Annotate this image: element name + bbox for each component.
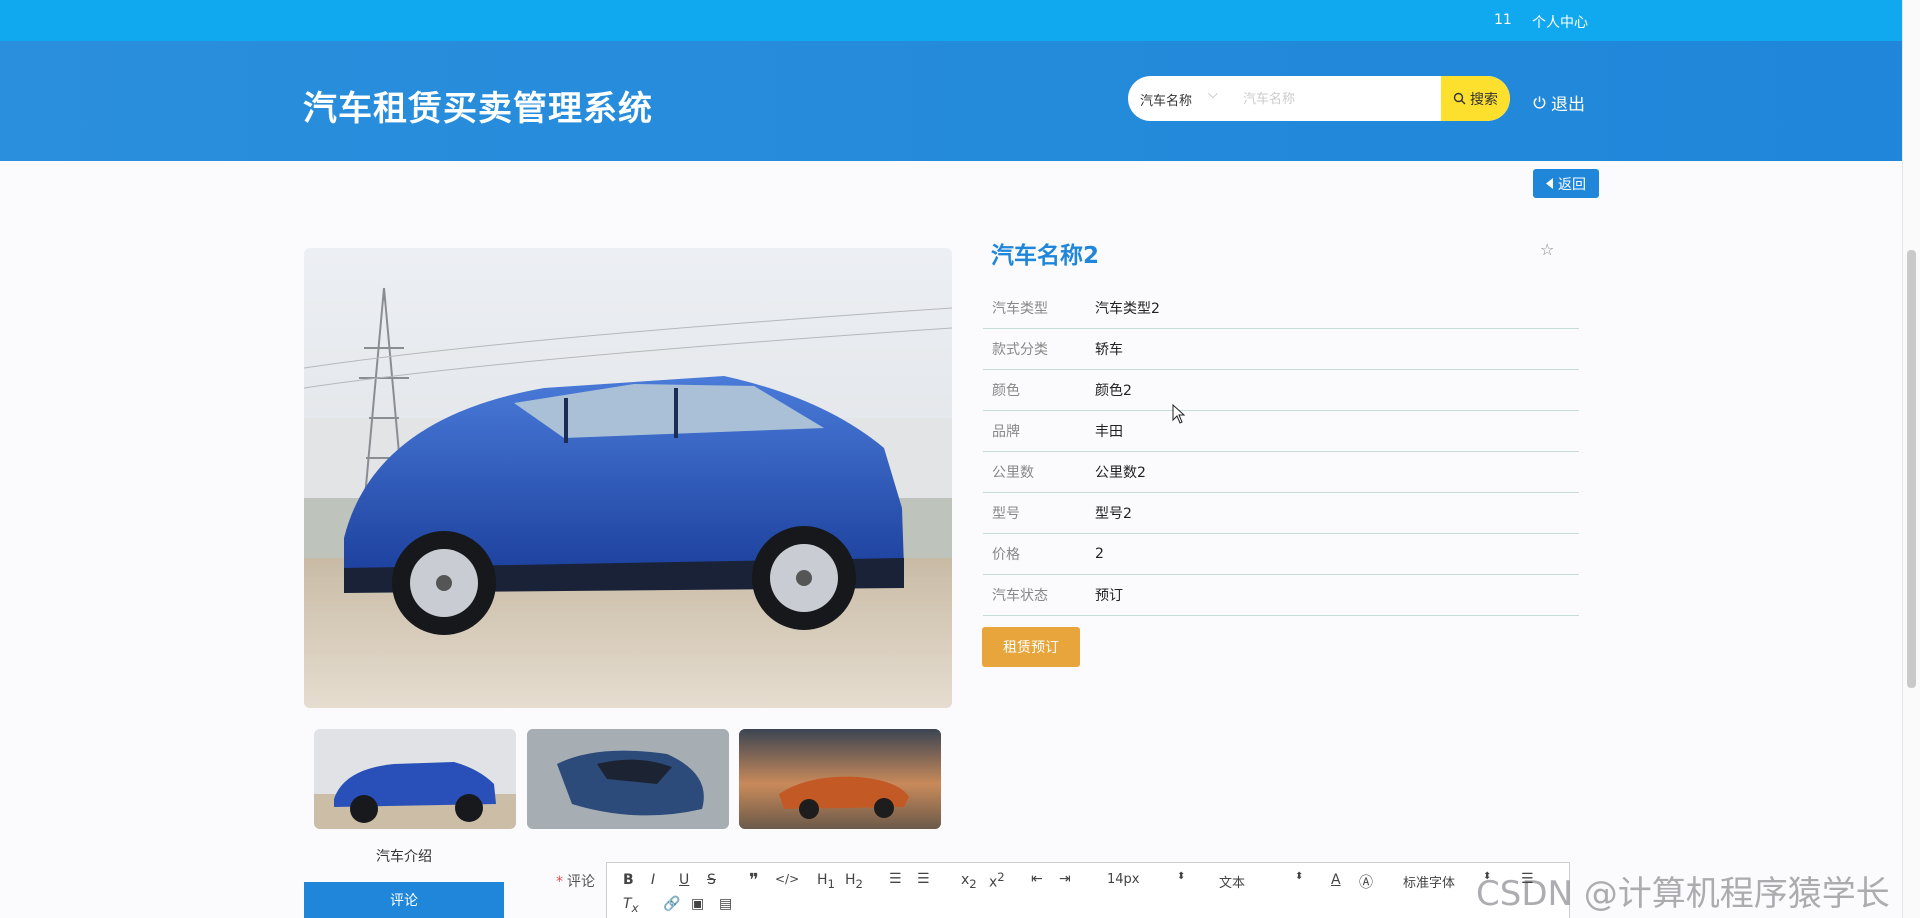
bold-icon[interactable]: B [623,872,634,888]
block-type-chevron-icon[interactable]: ⬍ [1295,871,1303,882]
search-button[interactable]: 搜索 [1441,76,1510,121]
outdent-icon[interactable]: ⇤ [1031,871,1043,887]
thumbnail-3[interactable] [739,729,941,829]
code-icon[interactable]: </> [775,872,799,886]
ordered-list-icon[interactable]: ☰ [889,871,902,887]
tab-car-intro[interactable]: 汽车介绍 [304,846,504,866]
search-input[interactable] [1223,76,1441,121]
user-center-link[interactable]: 个人中心 [1532,12,1588,32]
scrollbar-thumb[interactable] [1907,250,1916,688]
comment-editor[interactable]: B I U S ❞ </> H1 H2 ☰ ☰ x2 x2 ⇤ ⇥ 14px ⬍… [606,862,1570,918]
heading2-icon[interactable]: H2 [845,872,863,891]
prop-key: 款式分类 [992,342,1048,358]
prop-value: 丰田 [1095,424,1123,440]
prop-value: 型号2 [1095,506,1132,522]
indent-icon[interactable]: ⇥ [1059,871,1071,887]
prop-key: 汽车类型 [992,301,1048,317]
prop-value: 汽车类型2 [1095,301,1160,317]
prop-row: 汽车状态 预订 [983,575,1579,616]
heading1-icon[interactable]: H1 [817,872,835,891]
subscript-icon[interactable]: x2 [961,872,977,891]
prop-key: 公里数 [992,465,1034,481]
prop-key: 颜色 [992,383,1020,399]
clear-format-icon[interactable]: Tx [623,896,638,915]
car-main-image [304,248,952,708]
block-type-select[interactable]: 文本 [1219,872,1245,891]
required-mark: * [556,874,563,890]
prop-key: 汽车状态 [992,588,1048,604]
prop-row: 颜色 颜色2 [983,370,1579,411]
search-field-select[interactable]: 汽车名称 [1140,90,1192,109]
prop-row: 公里数 公里数2 [983,452,1579,493]
prop-row: 款式分类 轿车 [983,329,1579,370]
rent-reserve-button[interactable]: 租赁预订 [982,627,1080,667]
caret-left-icon [1546,178,1553,189]
font-family-select[interactable]: 标准字体 [1403,872,1455,891]
strikethrough-icon[interactable]: S [707,872,716,888]
text-color-icon[interactable]: A [1331,872,1341,888]
thumbnail-2[interactable] [527,729,729,829]
chevron-down-icon[interactable]: ⌵ [1208,87,1218,102]
image-icon[interactable]: ▣ [691,896,704,912]
blockquote-icon[interactable]: ❞ [749,870,759,891]
background-color-icon[interactable]: Ⓐ [1359,872,1373,892]
comment-label: * 评论 [556,871,595,891]
watermark: CSDN @计算机程序猿学长 [1476,874,1890,914]
search-button-label: 搜索 [1470,91,1498,108]
comment-label-text: 评论 [567,874,595,890]
superscript-icon[interactable]: x2 [989,870,1005,891]
search-icon [1453,92,1466,105]
prop-value: 轿车 [1095,342,1123,358]
italic-icon[interactable]: I [651,872,655,888]
prop-key: 价格 [992,547,1020,563]
top-bar: 11 个人中心 [0,0,1902,41]
logout-label: 退出 [1551,95,1585,115]
car-properties: 汽车类型 汽车类型2 款式分类 轿车 颜色 颜色2 品牌 丰田 公里数 公里数2 型号 型号… [983,288,1579,616]
prop-value: 2 [1095,546,1104,562]
star-icon[interactable]: ☆ [1540,240,1554,259]
mouse-cursor-icon [1172,404,1186,424]
prop-value: 公里数2 [1095,465,1146,481]
link-icon[interactable]: 🔗 [663,896,680,912]
prop-key: 型号 [992,506,1020,522]
user-id: 11 [1494,12,1512,28]
prop-row: 价格 2 [983,534,1579,575]
back-button[interactable]: 返回 [1533,169,1599,198]
car-name: 汽车名称2 [991,243,1100,269]
video-icon[interactable]: ▤ [719,896,732,912]
site-brand: 汽车租赁买卖管理系统 [303,89,653,129]
bullet-list-icon[interactable]: ☰ [917,871,930,887]
tab-comment[interactable]: 评论 [304,882,504,918]
back-label: 返回 [1558,176,1586,193]
prop-value: 预订 [1095,588,1123,604]
prop-row: 品牌 丰田 [983,411,1579,452]
prop-row: 汽车类型 汽车类型2 [983,288,1579,329]
logout-button[interactable]: 退出 [1532,90,1585,115]
thumbnail-1[interactable] [314,729,516,829]
font-size-chevron-icon[interactable]: ⬍ [1177,871,1185,882]
prop-row: 型号 型号2 [983,493,1579,534]
header: 汽车租赁买卖管理系统 汽车名称 ⌵ 搜索 退出 [0,41,1902,161]
prop-key: 品牌 [992,424,1020,440]
font-size-select[interactable]: 14px [1107,872,1140,887]
power-icon [1533,96,1546,109]
underline-icon[interactable]: U [679,872,689,888]
prop-value: 颜色2 [1095,383,1132,399]
search-bar: 汽车名称 ⌵ 搜索 [1128,76,1510,121]
